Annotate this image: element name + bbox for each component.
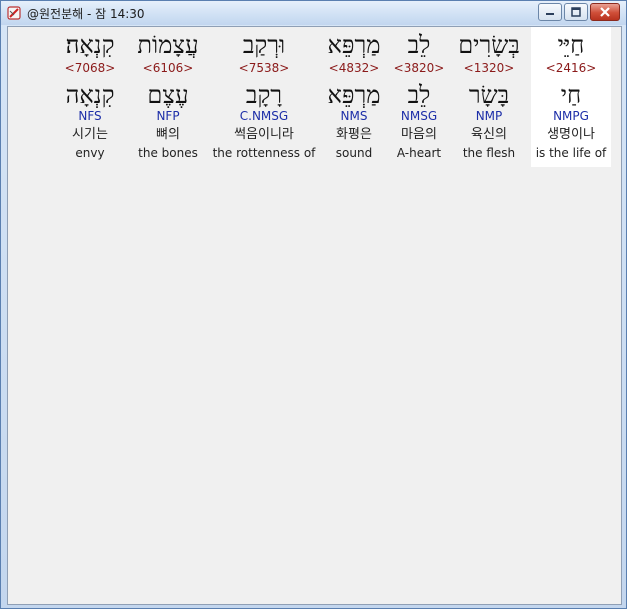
hebrew-word: לֵב [407,31,431,59]
korean-gloss: 육신의 [471,127,507,142]
korean-gloss: 마음의 [401,127,437,142]
hebrew-word: מַרְפֵּא [327,31,381,59]
english-gloss: sound [335,146,373,160]
close-icon [600,7,610,17]
hebrew-word: וּרְקַב [242,31,286,59]
strong-number[interactable]: <4832> [320,62,388,74]
window-controls [538,3,620,21]
hebrew-word: בְּשָׂרִים [458,31,520,59]
korean-gloss: 생명이나 [547,127,595,142]
morphology-code: NMPG [553,109,589,123]
hebrew-word: חַיֵּי [557,31,585,59]
word-column[interactable]: מַרְפֵּא <4832> מַרְפֵּא NMS 화평은 sound [320,27,388,167]
hebrew-lemma: עֶצֶם [147,81,189,109]
english-gloss: envy [75,146,105,160]
korean-gloss: 시기는 [72,127,108,142]
app-window: @원전분해 - 잠 14:30 קִנְאָה׃ <7068> קִנְאָה … [0,0,627,609]
word-column[interactable]: עֲצָמוֹת <6106> עֶצֶם NFP 뼈의 the bones [133,27,203,167]
morphology-code: NFS [78,109,102,123]
interlinear-view[interactable]: קִנְאָה׃ <7068> קִנְאָה NFS 시기는 envy עֲצ… [7,26,622,605]
word-column[interactable]: קִנְאָה׃ <7068> קִנְאָה NFS 시기는 envy [58,27,122,167]
minimize-icon [546,13,554,15]
hebrew-lemma: לֵב [407,81,431,109]
strong-number[interactable]: <2416> [531,62,611,74]
morphology-code: NMSG [400,109,438,123]
window-title: @원전분해 - 잠 14:30 [27,7,145,21]
bible-app-icon [6,5,22,21]
strong-number[interactable]: <7538> [212,62,316,74]
hebrew-word: קִנְאָה׃ [65,31,115,59]
hebrew-lemma: בָּשָׂר [468,81,510,109]
title-bar[interactable]: @원전분해 - 잠 14:30 [1,1,626,25]
word-column[interactable]: לֵב <3820> לֵב NMSG 마음의 A-heart [392,27,446,167]
strong-number[interactable]: <6106> [133,62,203,74]
word-column[interactable]: בְּשָׂרִים <1320> בָּשָׂר NMP 육신의 the fl… [452,27,526,167]
strong-number[interactable]: <1320> [452,62,526,74]
english-gloss: A-heart [396,146,442,160]
hebrew-lemma: קִנְאָה [65,81,115,109]
strong-number[interactable]: <3820> [392,62,446,74]
maximize-button[interactable] [564,3,588,21]
korean-gloss: 화평은 [336,127,372,142]
word-column[interactable]: וּרְקַב <7538> רָקָב C.NMSG 썩음이니라 the ro… [212,27,316,167]
morphology-code: C.NMSG [239,109,289,123]
hebrew-word: עֲצָמוֹת [137,31,199,59]
english-gloss: the bones [138,146,198,160]
close-button[interactable] [590,3,620,21]
korean-gloss: 뼈의 [156,127,180,142]
english-gloss: is the life of [535,146,607,160]
hebrew-lemma: מַרְפֵּא [327,81,381,109]
word-column-selected[interactable]: חַיֵּי <2416> חַי NMPG 생명이나 is the life … [531,27,611,167]
hebrew-lemma: רָקָב [245,81,283,109]
korean-gloss: 썩음이니라 [234,127,294,142]
minimize-button[interactable] [538,3,562,21]
morphology-code: NMP [475,109,503,123]
morphology-code: NFP [156,109,180,123]
strong-number[interactable]: <7068> [58,62,122,74]
maximize-icon [571,7,581,17]
english-gloss: the rottenness of [212,146,316,160]
hebrew-lemma: חַי [560,81,582,109]
morphology-code: NMS [340,109,368,123]
english-gloss: the flesh [462,146,516,160]
